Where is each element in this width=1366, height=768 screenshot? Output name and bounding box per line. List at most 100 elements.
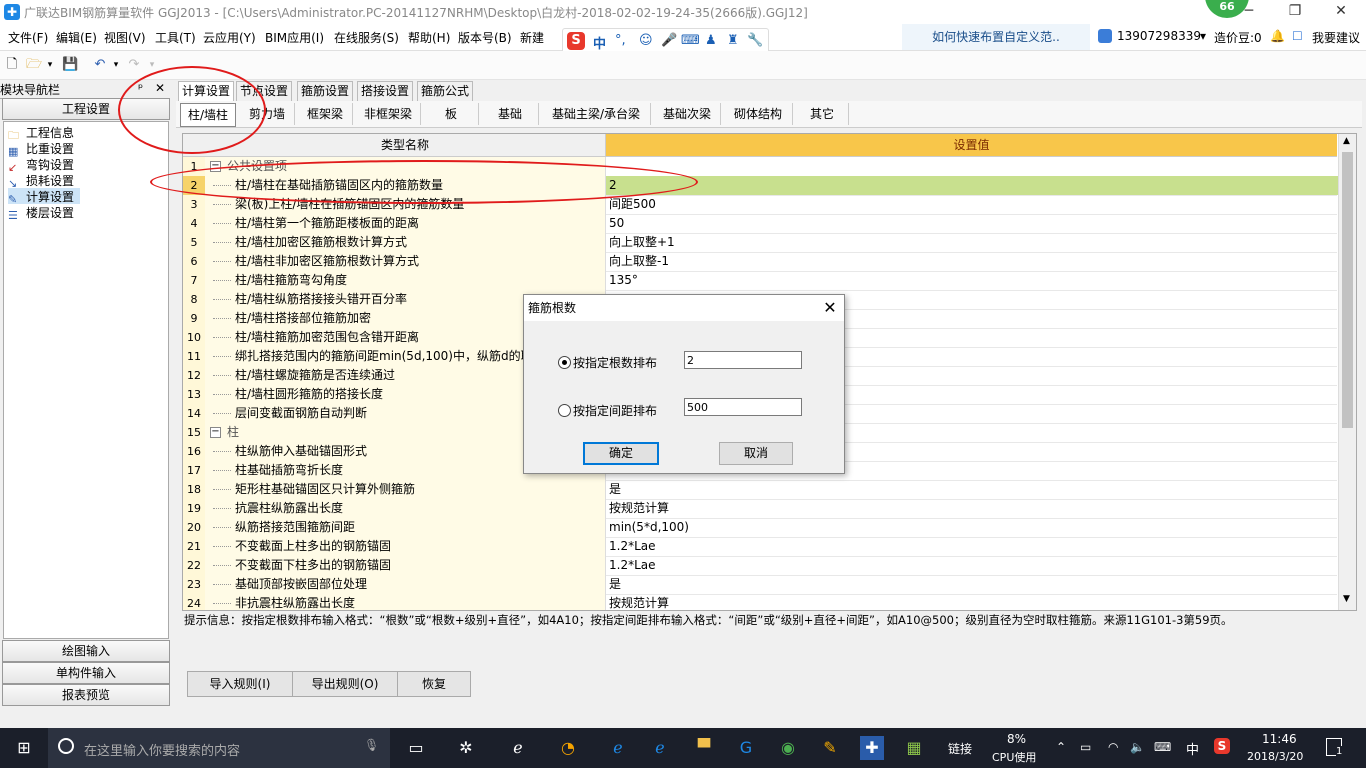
tree-item-loss[interactable]: ↘ 损耗设置	[8, 172, 74, 190]
table-row[interactable]: 20 纵筋搭接范围箍筋间距 min(5*d,100)	[183, 518, 1337, 538]
row-value[interactable]: 1.2*Lae	[606, 537, 1340, 556]
row-value[interactable]: 间距500	[606, 195, 1340, 214]
emoji-icon[interactable]: ☺	[639, 33, 653, 48]
edge-icon[interactable]: ℯ	[606, 736, 630, 760]
redo-icon[interactable]: ↷	[126, 57, 142, 73]
tree-item-weight[interactable]: ▦ 比重设置	[8, 140, 74, 158]
keyboard-icon[interactable]: ⌨	[1154, 740, 1171, 754]
table-row[interactable]: 7 柱/墙柱箍筋弯勾角度 135°	[183, 271, 1337, 291]
mic-icon[interactable]: 🎤	[661, 33, 677, 48]
link-toolbar[interactable]: 链接	[948, 740, 972, 757]
menu-help[interactable]: 帮助(H)	[408, 29, 450, 46]
shirt-icon[interactable]: ♜	[727, 33, 739, 48]
clock-date[interactable]: 2018/3/20	[1247, 750, 1303, 763]
chat-app-icon[interactable]: ◔	[556, 736, 580, 760]
spacing-input[interactable]: 500	[684, 398, 802, 416]
tab-other[interactable]: 其它	[796, 103, 849, 125]
row-value[interactable]: 按规范计算	[606, 594, 1340, 610]
row-value[interactable]: 135°	[606, 271, 1340, 290]
scroll-thumb[interactable]	[1342, 152, 1353, 428]
menu-version[interactable]: 版本号(B)	[458, 29, 512, 46]
section-single-input[interactable]: 单构件输入	[2, 662, 170, 684]
radio-by-count-label[interactable]: 按指定根数排布	[573, 354, 657, 371]
calendar-app-icon[interactable]: ▦	[902, 736, 926, 760]
row-value[interactable]: 是	[606, 480, 1340, 499]
keyboard-icon[interactable]: ⌨	[681, 33, 700, 48]
scroll-up-icon[interactable]: ▲	[1343, 136, 1350, 146]
tab-non-frame-beam[interactable]: 非框架梁	[356, 103, 421, 125]
close-button[interactable]: ✕	[1318, 0, 1364, 24]
tray-chevron-icon[interactable]: ⌃	[1056, 740, 1066, 754]
row-value[interactable]: 向上取整-1	[606, 252, 1340, 271]
dialog-close-icon[interactable]: ✕	[820, 298, 840, 318]
sogou-tray-icon[interactable]: S	[1214, 738, 1230, 754]
table-row[interactable]: 6 柱/墙柱非加密区箍筋根数计算方式 向上取整-1	[183, 252, 1337, 272]
table-row[interactable]: 23 基础顶部按嵌固部位处理 是	[183, 575, 1337, 595]
row-value[interactable]	[606, 157, 1340, 176]
tab-stirrup-settings[interactable]: 箍筋设置	[297, 81, 354, 101]
skin-icon[interactable]: ♟	[705, 33, 717, 48]
menu-edit[interactable]: 编辑(E)	[56, 29, 97, 46]
ime-indicator[interactable]: 中	[1186, 739, 1199, 758]
ime-punct[interactable]: °,	[615, 33, 626, 48]
ggj-app-icon[interactable]: ✚	[860, 736, 884, 760]
scroll-down-icon[interactable]: ▼	[1343, 594, 1350, 604]
hint-link[interactable]: 如何快速布置自定义范..	[902, 24, 1090, 50]
row-value[interactable]: 1.2*Lae	[606, 556, 1340, 575]
tree-item-project-info[interactable]: 🗀 工程信息	[8, 124, 74, 142]
taskbar-search[interactable]: 在这里输入你要搜索的内容 🎙	[48, 728, 390, 768]
table-row[interactable]: 21 不变截面上柱多出的钢筋锚固 1.2*Lae	[183, 537, 1337, 557]
collapse-icon[interactable]: −	[210, 427, 221, 438]
glodon-g-icon[interactable]: G	[734, 736, 758, 760]
windows-start-icon[interactable]: ⊞	[12, 736, 36, 760]
new-file-icon[interactable]: 🗋	[4, 57, 20, 73]
menu-online[interactable]: 在线服务(S)	[334, 29, 399, 46]
radio-by-spacing-label[interactable]: 按指定间距排布	[573, 402, 657, 419]
dropdown-arrow-icon[interactable]: ▾	[1200, 29, 1206, 43]
row-value[interactable]: min(5*d,100)	[606, 518, 1340, 537]
row-value[interactable]: 2	[606, 176, 1340, 195]
pinwheel-app-icon[interactable]: ✲	[454, 736, 478, 760]
chevron-down-icon[interactable]: ▾	[108, 57, 124, 73]
table-row[interactable]: 18 矩形柱基础锚固区只计算外侧箍筋 是	[183, 480, 1337, 500]
tree-item-calc[interactable]: ✎ 计算设置	[8, 188, 80, 206]
export-rules-button[interactable]: 导出规则(O)	[292, 671, 398, 697]
tab-foundation-main-beam[interactable]: 基础主梁/承台梁	[542, 103, 651, 125]
clock-time[interactable]: 11:46	[1262, 732, 1297, 746]
phone-number[interactable]: 13907298339	[1117, 29, 1201, 43]
bell-icon[interactable]: 🔔	[1270, 29, 1285, 43]
menu-file[interactable]: 文件(F)	[8, 29, 48, 46]
vertical-scrollbar[interactable]: ▲ ▼	[1338, 134, 1356, 610]
feedback-icon[interactable]: ☐	[1292, 29, 1303, 43]
section-report-preview[interactable]: 报表预览	[2, 684, 170, 706]
tab-masonry[interactable]: 砌体结构	[724, 103, 793, 125]
menu-bim[interactable]: BIM应用(I)	[265, 29, 324, 46]
radio-by-count[interactable]	[558, 356, 571, 369]
row-value[interactable]: 向上取整+1	[606, 233, 1340, 252]
ime-lang[interactable]: 中	[593, 33, 606, 52]
sogou-logo-icon[interactable]: S	[567, 32, 585, 50]
mic-icon[interactable]: 🎙	[364, 738, 379, 752]
row-value[interactable]: 是	[606, 575, 1340, 594]
minimize-button[interactable]: ─	[1226, 0, 1272, 24]
ie-icon[interactable]: ℯ	[648, 736, 672, 760]
wifi-icon[interactable]: ◠	[1108, 740, 1118, 754]
save-icon[interactable]: 💾	[62, 57, 78, 73]
section-drawing-input[interactable]: 绘图输入	[2, 640, 170, 662]
tab-foundation-secondary-beam[interactable]: 基础次梁	[654, 103, 721, 125]
row-value[interactable]: 按规范计算	[606, 499, 1340, 518]
file-explorer-icon[interactable]: ▀	[692, 736, 716, 760]
menu-tools[interactable]: 工具(T)	[155, 29, 196, 46]
tab-frame-beam[interactable]: 框架梁	[298, 103, 353, 125]
ie-browser-icon[interactable]: ℯ	[506, 736, 530, 760]
wrench-icon[interactable]: 🔧	[747, 33, 763, 48]
battery-icon[interactable]: ▭	[1080, 740, 1091, 754]
table-row[interactable]: 22 不变截面下柱多出的钢筋锚固 1.2*Lae	[183, 556, 1337, 576]
radio-by-spacing[interactable]	[558, 404, 571, 417]
ok-button[interactable]: 确定	[583, 442, 659, 465]
restore-button[interactable]: 恢复	[397, 671, 471, 697]
tab-lap-settings[interactable]: 搭接设置	[357, 81, 414, 101]
tab-slab[interactable]: 板	[424, 103, 479, 125]
open-folder-icon[interactable]: 🗁	[26, 57, 42, 73]
import-rules-button[interactable]: 导入规则(I)	[187, 671, 293, 697]
